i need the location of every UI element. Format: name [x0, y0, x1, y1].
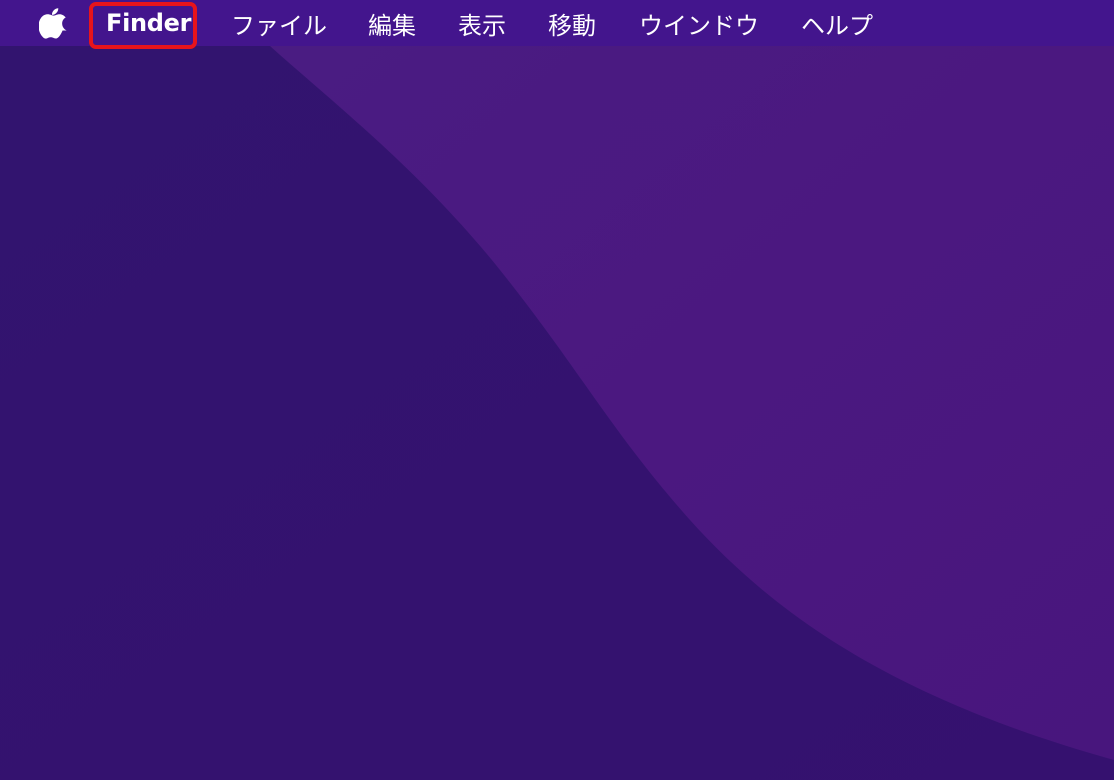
menu-finder[interactable]: Finder [106, 0, 192, 46]
menu-bar: Finder ファイル 編集 表示 移動 ウインドウ ヘルプ [0, 0, 1114, 49]
menu-go[interactable]: 移動 [548, 0, 596, 46]
menu-edit[interactable]: 編集 [368, 0, 416, 46]
menu-help[interactable]: ヘルプ [801, 0, 873, 46]
menu-window[interactable]: ウインドウ [639, 0, 759, 46]
menu-view[interactable]: 表示 [458, 0, 506, 46]
apple-menu[interactable] [38, 6, 68, 40]
desktop-wallpaper [0, 0, 1114, 780]
apple-logo-icon [39, 8, 67, 39]
menu-file[interactable]: ファイル [231, 0, 327, 46]
